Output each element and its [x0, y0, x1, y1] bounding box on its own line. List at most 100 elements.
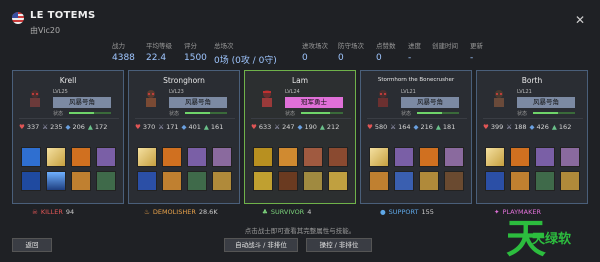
skill-grid: [369, 147, 464, 191]
skill-slot[interactable]: [510, 171, 530, 191]
skill-slot[interactable]: [369, 147, 389, 167]
hero-speed: 212: [326, 123, 340, 131]
hero-name: Lam: [291, 76, 309, 85]
skill-slot[interactable]: [71, 171, 91, 191]
title-label: DEMOLISHER: [152, 208, 196, 216]
skill-slot[interactable]: [162, 147, 182, 167]
hero-status: 状态: [401, 111, 412, 117]
shield-icon: ◆: [65, 123, 71, 131]
hero-defense: 216: [420, 123, 433, 131]
stat-attack-matches: 进攻场次 0: [302, 42, 328, 63]
skill-slot[interactable]: [21, 147, 41, 167]
hero-health-bar: [533, 112, 575, 114]
hero-card-lam[interactable]: Lam LVL24 冠军勇士 状态 ♥ 633 ⚔ 247 ◆ 190 ▲ 212: [244, 70, 356, 204]
hero-speed: 162: [558, 123, 572, 131]
shield-icon: ◆: [297, 123, 303, 131]
skill-slot[interactable]: [303, 147, 323, 167]
skill-slot[interactable]: [96, 147, 116, 167]
heart-icon: ♥: [135, 123, 141, 131]
hero-hp: 370: [142, 123, 156, 131]
skill-slot[interactable]: [444, 147, 464, 167]
skill-slot[interactable]: [212, 171, 232, 191]
skill-slot[interactable]: [187, 147, 207, 167]
auto-battle-button[interactable]: 自动战斗 / 非排位: [224, 238, 298, 252]
divider: [367, 118, 467, 119]
hero-name: Krell: [59, 76, 77, 85]
flag-icon: [12, 12, 24, 24]
hero-attack: 235: [50, 123, 63, 131]
skill-grid: [485, 147, 580, 191]
skill-slot[interactable]: [535, 171, 555, 191]
hero-portrait-icon: [378, 90, 388, 107]
title-value: 94: [65, 208, 75, 216]
skill-slot[interactable]: [278, 171, 298, 191]
skill-slot[interactable]: [96, 171, 116, 191]
title-label: SUPPORT: [388, 208, 419, 216]
hero-role: 风暴号角: [169, 97, 227, 108]
skill-slot[interactable]: [485, 147, 505, 167]
hero-stats: ♥ 580 ⚔ 164 ◆ 216 ▲ 181: [367, 123, 469, 131]
skill-slot[interactable]: [137, 171, 157, 191]
hero-card-stronghorn[interactable]: Stronghorn LVL23 风暴号角 状态 ♥ 370 ⚔ 171 ◆ 401 …: [128, 70, 240, 204]
hero-stats: ♥ 399 ⚔ 188 ◆ 426 ▲ 162: [483, 123, 585, 131]
skill-slot[interactable]: [510, 147, 530, 167]
boot-icon: ▲: [87, 123, 93, 131]
skill-slot[interactable]: [444, 171, 464, 191]
skill-slot[interactable]: [253, 171, 273, 191]
skill-slot[interactable]: [328, 171, 348, 191]
hero-role: 冠军勇士: [285, 97, 343, 108]
skill-slot[interactable]: [46, 147, 66, 167]
hero-attack: 164: [398, 123, 411, 131]
hero-card-krell[interactable]: Krell LVL25 风暴号角 状态 ♥ 337 ⚔ 235 ◆ 206 ▲ 172: [12, 70, 124, 204]
team-name: LE TOTEMS: [30, 10, 96, 21]
hero-stats: ♥ 633 ⚔ 247 ◆ 190 ▲ 212: [251, 123, 353, 131]
skill-slot[interactable]: [535, 147, 555, 167]
skill-slot[interactable]: [71, 147, 91, 167]
stat-rating: 评分 1500: [184, 42, 207, 63]
shield-icon: ◆: [181, 123, 187, 131]
hero-speed: 172: [94, 123, 108, 131]
skill-slot[interactable]: [21, 171, 41, 191]
skill-slot[interactable]: [560, 171, 580, 191]
stat-avg-level: 平均等级 22.4: [146, 42, 172, 63]
hero-defense: 426: [536, 123, 549, 131]
header: LE TOTEMS 由Vic20 ✕: [0, 0, 600, 40]
skill-slot[interactable]: [212, 147, 232, 167]
skill-slot[interactable]: [46, 171, 66, 191]
skill-slot[interactable]: [162, 171, 182, 191]
team-owner: 由Vic20: [30, 26, 61, 35]
manual-battle-button[interactable]: 操控 / 非排位: [306, 238, 372, 252]
sword-icon: ⚔: [42, 123, 49, 131]
hero-level: LVL25: [53, 89, 68, 95]
hero-status: 状态: [169, 111, 180, 117]
skill-slot[interactable]: [485, 171, 505, 191]
skill-slot[interactable]: [419, 171, 439, 191]
skill-slot[interactable]: [419, 147, 439, 167]
title-label: SURVIVOR: [270, 208, 305, 216]
skill-slot[interactable]: [278, 147, 298, 167]
hero-card-stormhorn[interactable]: Stormhorn the Bonecrusher LVL21 风暴号角 状态 …: [360, 70, 472, 204]
skill-slot[interactable]: [328, 147, 348, 167]
skill-slot[interactable]: [394, 147, 414, 167]
sword-icon: ⚔: [158, 123, 165, 131]
hero-card-borth[interactable]: Borth LVL21 风暴号角 状态 ♥ 399 ⚔ 188 ◆ 426 ▲ 162: [476, 70, 588, 204]
stat-created: 创建时间: [432, 42, 458, 50]
skill-slot[interactable]: [394, 171, 414, 191]
skill-slot[interactable]: [253, 147, 273, 167]
stat-defense-matches: 防守场次 0: [338, 42, 364, 63]
heart-icon: ♥: [483, 123, 489, 131]
skull-icon: ☠: [32, 208, 38, 216]
hero-level: LVL21: [517, 89, 532, 95]
shield-icon: ◆: [413, 123, 419, 131]
skill-slot[interactable]: [303, 171, 323, 191]
hero-role: 风暴号角: [401, 97, 459, 108]
skill-slot[interactable]: [187, 171, 207, 191]
watermark-text: 天绿软: [532, 232, 572, 247]
back-button[interactable]: 返回: [12, 238, 52, 252]
sword-icon: ⚔: [506, 123, 513, 131]
skill-slot[interactable]: [369, 171, 389, 191]
title-value: 4: [307, 208, 312, 216]
close-button[interactable]: ✕: [574, 14, 586, 26]
skill-slot[interactable]: [137, 147, 157, 167]
skill-slot[interactable]: [560, 147, 580, 167]
